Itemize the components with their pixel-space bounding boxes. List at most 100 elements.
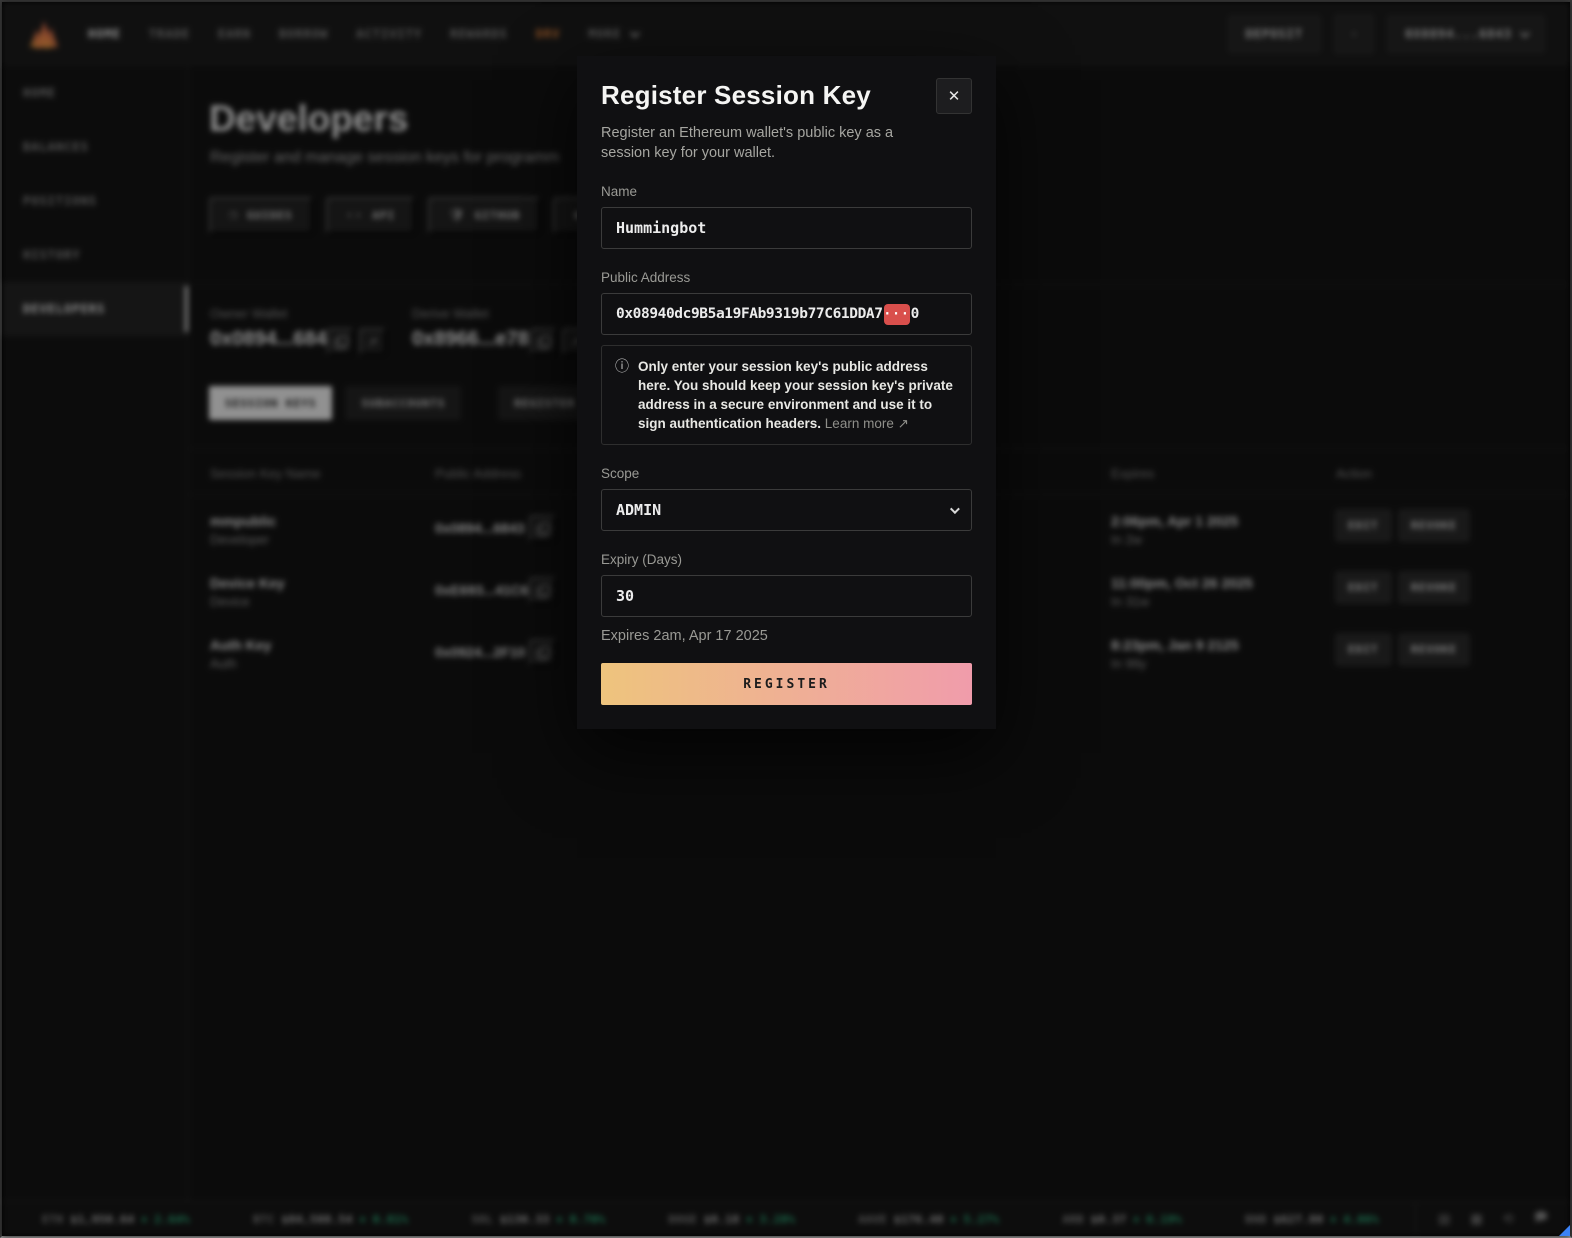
api-label: API (372, 209, 395, 222)
github-icon[interactable]: ⟲ (1503, 1211, 1514, 1227)
public-address-input[interactable]: 0x08940dc9B5a19FAb9319b77C61DDA7···0 (601, 293, 972, 335)
copy-icon (537, 647, 548, 658)
nav-item-trade[interactable]: TRADE (149, 27, 190, 41)
wallet-address-label: 0X0894...6843 (1405, 27, 1512, 41)
ticker-item-eth: ETH $1,950.64 ▲ 2.64% (42, 1213, 190, 1226)
discord-icon[interactable]: 🗩 (1534, 1208, 1548, 1230)
nav-right-controls: DEPOSIT 0X0894...6843 (1229, 15, 1545, 53)
ticker-change: 5.27% (964, 1213, 1000, 1226)
sidebar-item-positions[interactable]: POSITIONS (2, 174, 188, 228)
info-text: Only enter your session key's public add… (638, 357, 958, 433)
nav-item-earn[interactable]: EARN (218, 27, 251, 41)
ticker-strip: ETH $1,950.64 ▲ 2.64% BTC $84,588.54 ▲ 0… (2, 1213, 1415, 1226)
address-copy-button[interactable] (529, 515, 556, 542)
ticker-item-arb: ARB $0.37 ▲ 6.19% (1062, 1213, 1182, 1226)
chevron-down-icon (950, 504, 960, 514)
price-ticker-bar: ETH $1,950.64 ▲ 2.64% BTC $84,588.54 ▲ 0… (2, 1201, 1570, 1236)
nav-item-borrow[interactable]: BORROW (279, 27, 328, 41)
sidebar-item-developers-label: DEVELOPERS (23, 302, 105, 316)
ticker-symbol: DOGE (669, 1213, 698, 1226)
ticker-price: $1,950.64 (70, 1213, 134, 1226)
up-arrow-icon: ▲ (747, 1214, 753, 1224)
expiry-note: Expires 2am, Apr 17 2025 (601, 628, 972, 644)
docs-icon[interactable]: ▤ (1438, 1211, 1450, 1227)
revoke-button[interactable]: REVOKE (1398, 509, 1470, 542)
col-header-action: Action (1336, 466, 1372, 481)
github-label: GITHUB (475, 209, 521, 222)
ticker-change: 4.06% (1343, 1213, 1379, 1226)
up-arrow-icon: ▲ (1133, 1214, 1139, 1224)
modal-title: Register Session Key (601, 80, 871, 111)
info-icon: ⓘ (615, 357, 629, 433)
scope-select[interactable]: ADMIN (601, 489, 972, 531)
expires-relative: In 31w (1111, 594, 1149, 609)
ticker-symbol: SOL (472, 1213, 493, 1226)
col-header-public-address: Public Address (435, 466, 521, 481)
owner-wallet-label: Owner Wallet (210, 306, 288, 321)
up-arrow-icon: ▲ (360, 1214, 366, 1224)
expiry-label: Expiry (Days) (601, 552, 972, 567)
ticker-symbol: BTC (253, 1213, 274, 1226)
nav-item-activity[interactable]: ACTIVITY (356, 27, 422, 41)
sidebar-item-home[interactable]: HOME (2, 66, 188, 120)
derive-wallet-label: Derive Wallet (412, 306, 489, 321)
guides-button[interactable]: ❐ GUIDES (209, 197, 313, 234)
learn-more-link[interactable]: Learn more ↗ (825, 416, 909, 431)
edit-button[interactable]: EDIT (1335, 571, 1392, 604)
ticker-price: $627.80 (1274, 1213, 1324, 1226)
up-arrow-icon: ▲ (1330, 1214, 1336, 1224)
session-key-role: Auth (210, 656, 237, 671)
page-title: Developers (209, 98, 409, 140)
guides-label: GUIDES (247, 209, 293, 222)
session-key-name: Device Key (210, 575, 285, 591)
address-copy-button[interactable] (529, 577, 556, 604)
session-key-address: 0xE693...41C6 (435, 582, 528, 598)
footer-icon-group: ▤ ▦ ⟲ 🗩 (1415, 1202, 1570, 1236)
name-input[interactable]: Hummingbot (601, 207, 972, 249)
register-button[interactable]: REGISTER (601, 663, 972, 705)
ticker-item-aave: AAVE $176.40 ▲ 5.27% (858, 1213, 999, 1226)
sidebar-item-balances[interactable]: BALANCES (2, 120, 188, 174)
edit-button[interactable]: EDIT (1335, 509, 1392, 542)
address-copy-button[interactable] (529, 639, 556, 666)
expiry-input[interactable]: 30 (601, 575, 972, 617)
sidebar: HOME BALANCES POSITIONS HISTORY DEVELOPE… (2, 66, 189, 1201)
owner-wallet-copy-button[interactable] (327, 328, 354, 355)
notifications-button[interactable] (1335, 15, 1373, 53)
public-address-suffix: 0 (911, 306, 919, 322)
expires-time: 2:06pm, Apr 1 2025 (1111, 513, 1238, 529)
public-address-value: 0x08940dc9B5a19FAb9319b77C61DDA7 (616, 306, 883, 322)
deposit-button[interactable]: DEPOSIT (1229, 16, 1321, 52)
modal-description: Register an Ethereum wallet's public key… (601, 123, 921, 163)
nav-item-drv[interactable]: DRV (536, 27, 561, 41)
nav-item-home[interactable]: HOME (88, 27, 121, 41)
up-arrow-icon: ▲ (951, 1214, 957, 1224)
ticker-price: $176.40 (894, 1213, 944, 1226)
book-icon: ❐ (229, 208, 238, 223)
sidebar-item-history[interactable]: HISTORY (2, 228, 188, 282)
revoke-button[interactable]: REVOKE (1398, 633, 1470, 666)
resize-corner (1559, 1225, 1570, 1236)
close-button[interactable]: ✕ (936, 78, 972, 114)
expires-relative: In 2w (1111, 532, 1142, 547)
owner-wallet-value: 0x0894...6843 (210, 328, 338, 351)
wallet-account-button[interactable]: 0X0894...6843 (1388, 16, 1544, 52)
nav-item-more[interactable]: MORE (588, 27, 636, 41)
session-tabs: SESSION KEYS SUBACCOUNTS REGISTER SESS (209, 386, 629, 420)
stats-icon[interactable]: ▦ (1470, 1211, 1482, 1227)
tab-subaccounts[interactable]: SUBACCOUNTS (345, 386, 461, 420)
ticker-price: $84,588.54 (282, 1213, 353, 1226)
edit-button[interactable]: EDIT (1335, 633, 1392, 666)
tab-session-keys[interactable]: SESSION KEYS (209, 386, 332, 420)
ticker-price: $0.18 (704, 1213, 740, 1226)
derive-wallet-copy-button[interactable] (530, 328, 557, 355)
github-button[interactable]: 🛡GITHUB (428, 197, 540, 234)
page-subtitle: Register and manage session keys for pro… (210, 149, 560, 167)
sidebar-item-developers[interactable]: DEVELOPERS (2, 282, 188, 336)
owner-wallet-external-link-button[interactable]: ↗ (359, 328, 386, 355)
api-button[interactable]: ‹›API (326, 197, 416, 234)
chevron-down-icon (629, 28, 639, 38)
nav-item-rewards[interactable]: REWARDS (450, 27, 508, 41)
session-key-address: 0x0894...6843 (435, 520, 525, 536)
revoke-button[interactable]: REVOKE (1398, 571, 1470, 604)
